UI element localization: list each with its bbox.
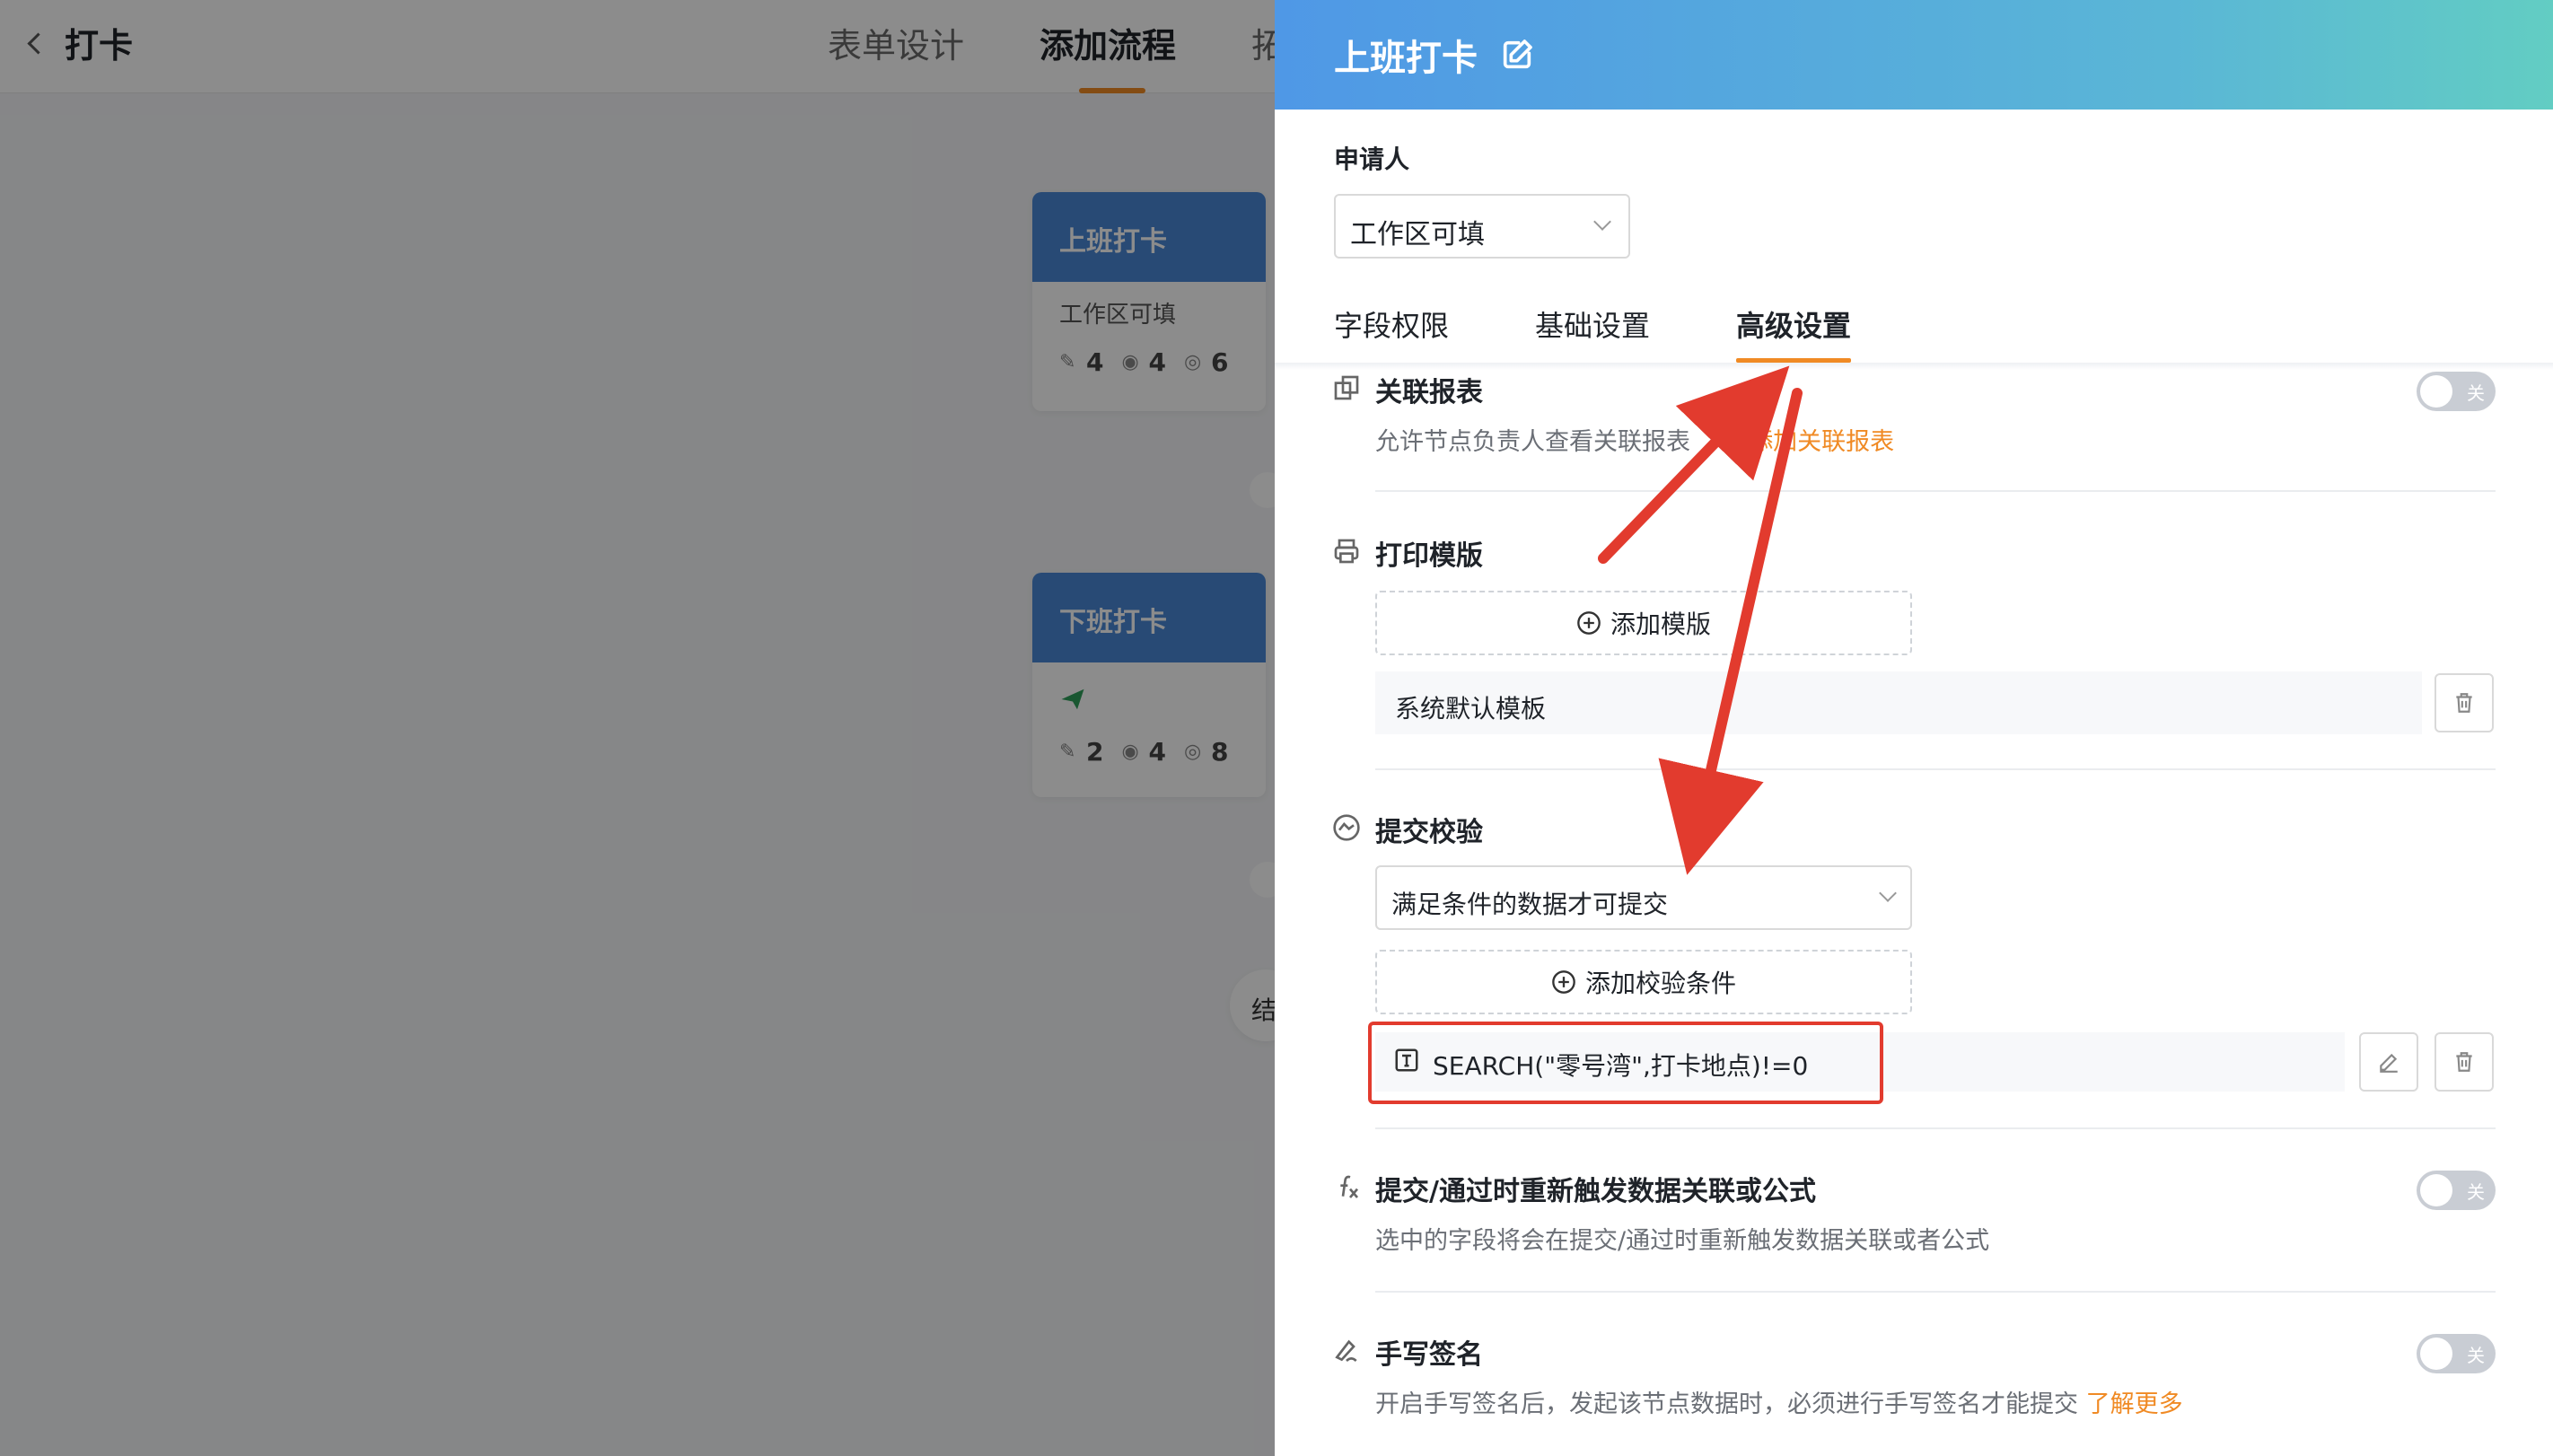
applicant-permission-value: 工作区可填 bbox=[1350, 219, 1485, 250]
applicant-permission-select[interactable]: 工作区可填 bbox=[1334, 194, 1630, 259]
chevron-down-icon bbox=[1879, 884, 1897, 902]
toggle-state: 关 bbox=[2467, 382, 2485, 404]
tab-field-permissions[interactable]: 字段权限 bbox=[1334, 303, 1449, 363]
settings-tabs: 字段权限 基础设置 高级设置 bbox=[1334, 303, 1852, 363]
learn-more-link[interactable]: 了解更多 bbox=[2086, 1390, 2183, 1418]
applicant-label: 申请人 bbox=[1334, 145, 1410, 174]
retrigger-title: 提交/通过时重新触发数据关联或公式 bbox=[1375, 1176, 1816, 1207]
signature-desc-text: 开启手写签名后，发起该节点数据时，必须进行手写签名才能提交 bbox=[1375, 1390, 2078, 1418]
linked-report-title: 关联报表 bbox=[1375, 377, 1483, 408]
add-validation-condition-label: 添加校验条件 bbox=[1584, 969, 1736, 998]
linked-report-toggle[interactable]: 关 bbox=[2417, 372, 2496, 411]
template-list-item[interactable]: 系统默认模板 bbox=[1375, 671, 2422, 734]
submit-validation-title: 提交校验 bbox=[1375, 817, 1483, 848]
formula-fx-icon bbox=[1340, 1175, 1359, 1198]
edit-condition-button[interactable] bbox=[2359, 1032, 2418, 1092]
chevron-down-icon bbox=[1593, 213, 1611, 231]
toggle-state: 关 bbox=[2467, 1345, 2485, 1366]
signature-icon bbox=[1335, 1339, 1357, 1362]
add-template-label: 添加模版 bbox=[1610, 610, 1711, 639]
modal-overlay[interactable] bbox=[0, 0, 1275, 1456]
template-name: 系统默认模板 bbox=[1395, 694, 1547, 724]
formula-highlight-box bbox=[1368, 1022, 1883, 1104]
section-divider bbox=[1375, 490, 2496, 492]
tab-advanced-settings[interactable]: 高级设置 bbox=[1736, 303, 1852, 363]
linked-report-desc-text: 允许节点负责人查看关联报表 bbox=[1375, 428, 1690, 456]
trash-icon bbox=[2456, 693, 2472, 713]
add-linked-report-link[interactable]: 添加关联报表 bbox=[1749, 428, 1894, 456]
signature-toggle[interactable]: 关 bbox=[2417, 1334, 2496, 1373]
tabs-divider bbox=[1275, 363, 2553, 370]
print-template-title: 打印模版 bbox=[1375, 540, 1483, 572]
toggle-state: 关 bbox=[2467, 1181, 2485, 1203]
section-divider bbox=[1375, 768, 2496, 770]
signature-desc: 开启手写签名后，发起该节点数据时，必须进行手写签名才能提交 了解更多 bbox=[1375, 1384, 2183, 1419]
drawer-title: 上班打卡 bbox=[1334, 38, 1478, 79]
pencil-icon bbox=[2380, 1053, 2398, 1073]
add-validation-condition-button[interactable]: 添加校验条件 bbox=[1375, 950, 1912, 1014]
trash-icon bbox=[2456, 1052, 2472, 1072]
validation-icon bbox=[1333, 814, 1360, 841]
section-divider bbox=[1375, 1127, 2496, 1129]
validation-mode-value: 满足条件的数据才可提交 bbox=[1391, 890, 1669, 919]
signature-title: 手写签名 bbox=[1375, 1339, 1483, 1371]
plus-circle-icon bbox=[1552, 970, 1575, 994]
retrigger-toggle[interactable]: 关 bbox=[2417, 1171, 2496, 1210]
linked-report-icon bbox=[1334, 375, 1359, 400]
toggle-knob bbox=[2420, 1338, 2452, 1370]
drawer-header: 上班打卡 bbox=[1275, 0, 2553, 110]
retrigger-desc: 选中的字段将会在提交/通过时重新触发数据关联或者公式 bbox=[1375, 1227, 1990, 1255]
delete-condition-button[interactable] bbox=[2435, 1032, 2494, 1092]
toggle-knob bbox=[2420, 1174, 2452, 1206]
validation-mode-select[interactable]: 满足条件的数据才可提交 bbox=[1375, 865, 1912, 930]
edit-title-icon[interactable] bbox=[1499, 37, 1535, 73]
section-divider bbox=[1375, 1291, 2496, 1293]
toggle-knob bbox=[2420, 375, 2452, 408]
delete-template-button[interactable] bbox=[2435, 673, 2494, 732]
printer-icon bbox=[1334, 539, 1359, 564]
add-template-button[interactable]: 添加模版 bbox=[1375, 591, 1912, 655]
tab-basic-settings[interactable]: 基础设置 bbox=[1535, 303, 1650, 363]
linked-report-desc: 允许节点负责人查看关联报表 添加关联报表 bbox=[1375, 422, 1894, 457]
plus-circle-icon bbox=[1577, 611, 1601, 635]
